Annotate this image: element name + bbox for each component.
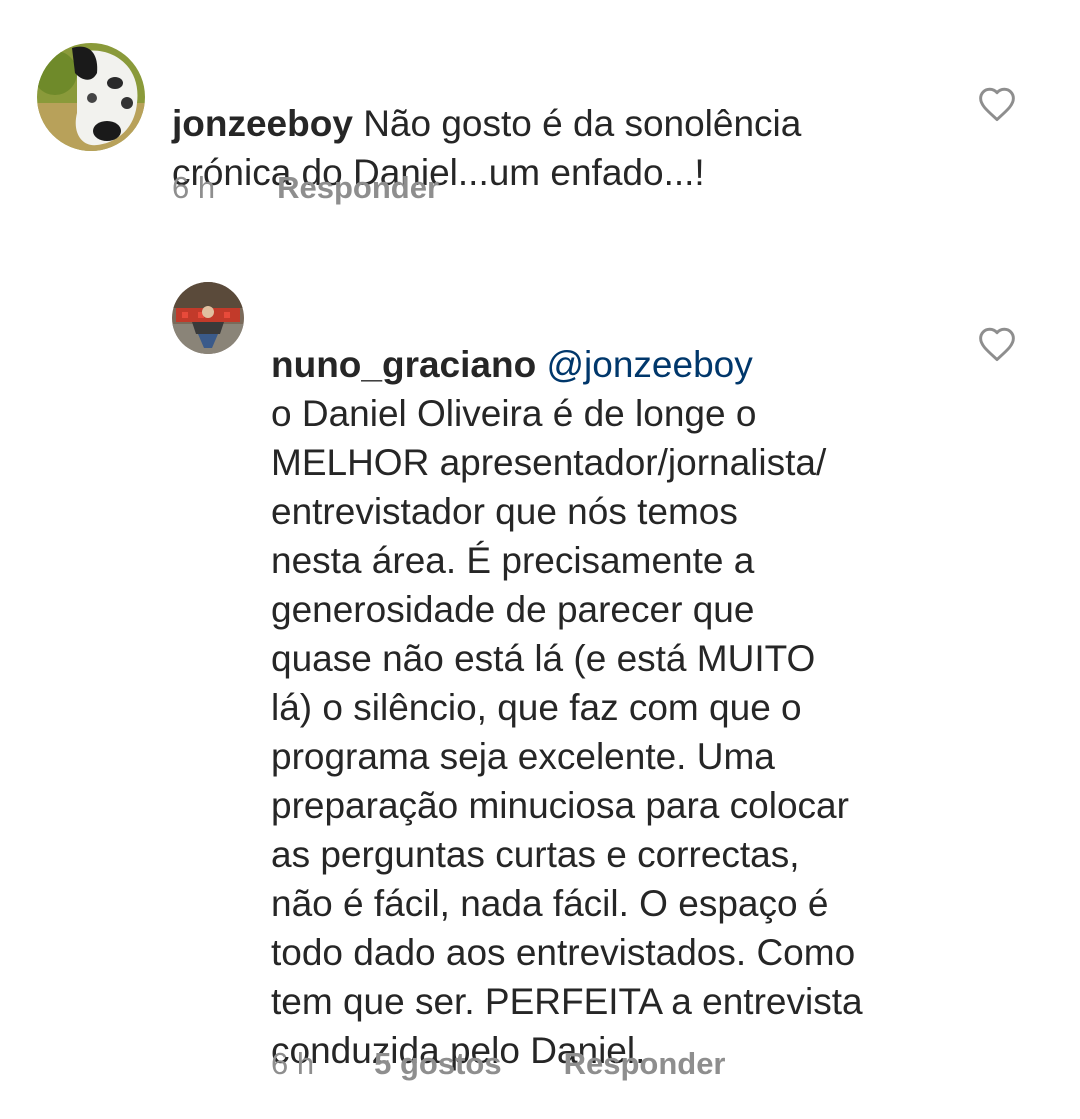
heart-outline-icon xyxy=(979,87,1015,122)
comment-jonzeeboy: jonzeeboy Não gosto é da sonolência crón… xyxy=(0,0,1080,230)
dog-avatar-icon xyxy=(37,43,145,151)
reply-button[interactable]: Responder xyxy=(277,170,439,206)
reply-button[interactable]: Responder xyxy=(564,1046,726,1082)
avatar[interactable] xyxy=(37,43,145,151)
comment-nuno-graciano: nuno_graciano @jonzeeboy o Daniel Olivei… xyxy=(0,260,1080,1110)
mention-link[interactable]: @jonzeeboy xyxy=(546,344,752,385)
comment-username[interactable]: jonzeeboy xyxy=(172,103,353,144)
heart-outline-icon xyxy=(979,327,1015,362)
comment-time: 6 h xyxy=(271,1046,315,1081)
comment-username[interactable]: nuno_graciano xyxy=(271,344,536,385)
avatar[interactable] xyxy=(172,282,244,354)
comment-body: nuno_graciano @jonzeeboy o Daniel Olivei… xyxy=(271,291,951,1075)
person-avatar-icon xyxy=(172,282,244,354)
comment-meta: 6 h Responder xyxy=(172,168,439,208)
comment-text: o Daniel Oliveira é de longe o MELHOR ap… xyxy=(271,393,863,1071)
like-button[interactable] xyxy=(977,326,1017,362)
comment-meta: 6 h 5 gostos Responder xyxy=(271,1044,726,1084)
like-button[interactable] xyxy=(977,86,1017,122)
comment-time: 6 h xyxy=(172,170,216,205)
likes-count-button[interactable]: 5 gostos xyxy=(374,1046,501,1082)
